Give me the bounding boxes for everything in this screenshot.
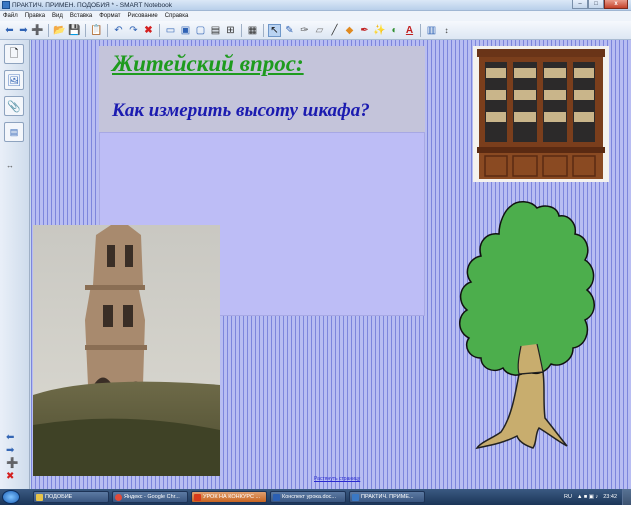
panel-resize-icon[interactable]: ↔ [6,160,14,171]
magic-pen-icon[interactable]: ✨ [373,24,386,37]
screen-capture-icon[interactable]: ▤ [209,24,222,37]
select-icon[interactable]: ↖ [268,24,281,37]
page-extend-link[interactable]: Растянуть страницу [314,476,360,482]
eraser-icon[interactable]: ▱ [313,24,326,37]
page-sorter-icon[interactable]: 🗋 [4,44,24,64]
fill-icon[interactable]: ✒ [358,24,371,37]
toolbar-separator [85,24,86,37]
menu-bar: Файл Правка Вид Вставка Формат Рисование… [0,11,631,21]
table-insert-icon[interactable]: ▦ [246,24,259,37]
minimize-button[interactable]: – [572,0,588,9]
add-page-icon[interactable]: ➕ [31,24,44,37]
table-icon[interactable]: ⊞ [224,24,237,37]
toolbar-separator [241,24,242,37]
taskbar-item-podobie[interactable]: ПОДОБИЕ [33,491,109,503]
prev-page-icon[interactable]: ⬅ [6,432,14,443]
tree-drawing[interactable] [441,196,609,452]
tray-icons[interactable]: ▲ ■ ▣ ♪ [577,494,598,500]
toolbar-separator [263,24,264,37]
taskbar-item-chrome[interactable]: Яндекс - Google Chr... [112,491,188,503]
undo-icon[interactable]: ↶ [112,24,125,37]
window-title: ПРАКТИЧ. ПРИМЕН. ПОДОБИЯ * - SMART Noteb… [12,2,172,9]
shapes-icon[interactable]: ◆ [343,24,356,37]
start-button[interactable] [2,490,20,504]
taskbar-item-word[interactable]: Конспект урока.doc... [270,491,346,503]
system-tray: RU ▲ ■ ▣ ♪ 23:42 [511,489,631,505]
title-bar: ПРАКТИЧ. ПРИМЕН. ПОДОБИЯ * - SMART Noteb… [0,0,631,11]
word-icon [273,493,280,501]
attachments-icon[interactable]: 📎 [4,96,24,116]
menu-draw[interactable]: Рисование [128,13,158,19]
properties-icon[interactable]: ◐ [388,24,401,37]
close-button[interactable]: x [604,0,628,9]
toolbar-separator [420,24,421,37]
menu-format[interactable]: Формат [99,13,120,19]
chrome-icon [115,493,122,501]
side-tabs-panel: 🗋 🖼 📎 ▤ ↔ ⬅ ➡ ➕ ✖ [0,40,30,489]
toolbar-separator [159,24,160,37]
delete-page-icon[interactable]: ✖ [6,471,14,482]
toolbar-separator [48,24,49,37]
bookcase-photo[interactable] [473,46,609,182]
menu-view[interactable]: Вид [52,13,63,19]
delete-icon[interactable]: ✖ [142,24,155,37]
back-icon[interactable]: ⬅ [3,24,16,37]
add-page-side-icon[interactable]: ➕ [6,458,18,469]
smart-notebook-app-icon [2,1,10,9]
main-toolbar: ⬅ ➡ ➕ 📂 💾 📋 ↶ ↷ ✖ ▭ ▣ ▢ ▤ ⊞ ▦ ↖ ✎ ✑ ▱ ╱ … [0,21,631,40]
save-icon[interactable]: 💾 [68,24,81,37]
clock[interactable]: 23:42 [603,494,617,500]
slide-heading[interactable]: Житейский впрос: [112,51,304,77]
forward-icon[interactable]: ➡ [17,24,30,37]
next-page-icon[interactable]: ➡ [6,445,14,456]
notebook-icon [352,493,359,501]
folder-icon [36,493,43,501]
pen-icon[interactable]: ✎ [283,24,296,37]
gallery-icon[interactable]: 🖼 [4,70,24,90]
toolbar-toggle-icon[interactable]: ▥ [425,24,438,37]
show-display-icon[interactable]: ▣ [179,24,192,37]
menu-edit[interactable]: Правка [25,13,45,19]
redo-icon[interactable]: ↷ [127,24,140,37]
text-icon[interactable]: A [403,24,416,37]
toolbar-separator [107,24,108,37]
maximize-button[interactable]: □ [588,0,604,9]
taskbar-item-notebook[interactable]: ПРАКТИЧ. ПРИМЕ... [349,491,425,503]
whiteboard-canvas[interactable]: Житейский впрос: Как измерить высоту шка… [31,40,631,489]
menu-insert[interactable]: Вставка [70,13,92,19]
open-icon[interactable]: 📂 [53,24,66,37]
presentation-icon [194,493,201,501]
full-screen-icon[interactable]: ▢ [194,24,207,37]
window-controls: – □ x [572,0,628,10]
slide-question[interactable]: Как измерить высоту шкафа? [112,100,370,122]
line-icon[interactable]: ╱ [328,24,341,37]
more-icon[interactable]: ↕ [440,24,453,37]
screen-shade-icon[interactable]: ▭ [164,24,177,37]
creative-pen-icon[interactable]: ✑ [298,24,311,37]
properties-tab-icon[interactable]: ▤ [4,122,24,142]
windows-taskbar: ПОДОБИЕ Яндекс - Google Chr... УРОК НА К… [0,489,631,505]
menu-help[interactable]: Справка [165,13,189,19]
show-desktop-button[interactable] [622,489,631,505]
paste-icon[interactable]: 📋 [90,24,103,37]
language-indicator[interactable]: RU [564,494,572,500]
menu-file[interactable]: Файл [3,13,18,19]
bell-tower-photo[interactable] [33,225,220,476]
taskbar-item-konkurs[interactable]: УРОК НА КОНКУРС ... [191,491,267,503]
